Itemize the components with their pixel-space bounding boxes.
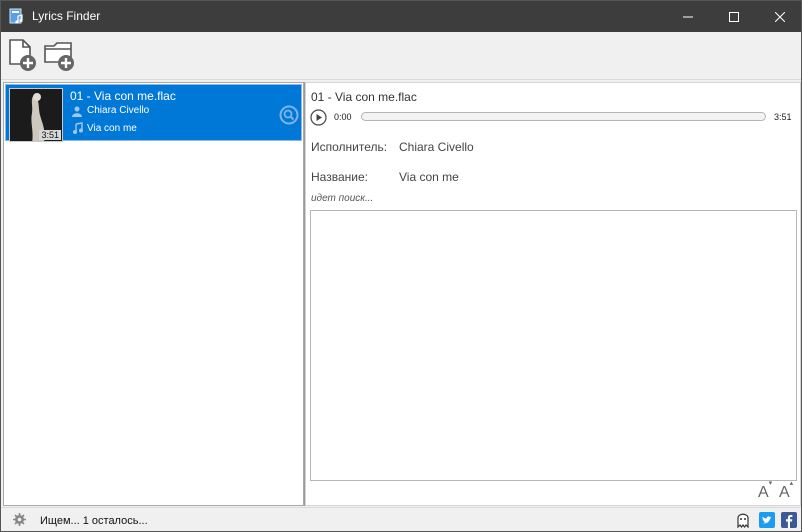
close-button[interactable] [757, 1, 802, 32]
gear-icon[interactable] [13, 513, 26, 526]
minimize-icon [683, 16, 693, 17]
search-status: идет поиск... [311, 193, 374, 204]
total-time: 3:51 [774, 112, 792, 122]
play-icon [310, 109, 327, 126]
status-text: Ищем... 1 осталось... [40, 515, 148, 527]
decrease-font-button[interactable]: A▾ [758, 480, 772, 502]
twitter-icon[interactable] [759, 512, 775, 528]
title-label: Название: [311, 170, 368, 184]
title-value: Via con me [399, 170, 459, 184]
lyrics-textarea[interactable] [310, 210, 797, 481]
album-cover: 3:51 [9, 88, 63, 142]
app-window: Lyrics Finder 3:51 01 - Via con me.flac … [0, 0, 802, 532]
track-artist: Chiara Civello [87, 105, 150, 116]
track-list[interactable]: 3:51 01 - Via con me.flac Chiara Civello… [3, 82, 304, 506]
maximize-button[interactable] [711, 1, 757, 32]
facebook-icon[interactable] [781, 512, 797, 528]
artist-label: Исполнитель: [311, 140, 388, 154]
facebook-f-icon [786, 515, 793, 528]
window-title: Lyrics Finder [32, 9, 101, 23]
maximize-icon [729, 11, 739, 22]
twitter-bird-icon [762, 516, 772, 524]
playback-progress-bar[interactable] [361, 112, 766, 121]
play-button[interactable] [310, 109, 327, 126]
searching-icon [279, 105, 299, 125]
current-file-name: 01 - Via con me.flac [311, 90, 417, 104]
track-title: 01 - Via con me.flac [70, 89, 176, 103]
minimize-button[interactable] [665, 1, 711, 32]
details-panel: 01 - Via con me.flac 0:00 3:51 Исполните… [305, 82, 801, 506]
track-song-title: Via con me [87, 123, 137, 134]
artist-value: Chiara Civello [399, 140, 474, 154]
increase-font-button[interactable]: A▴ [779, 480, 793, 502]
title-bar: Lyrics Finder [1, 1, 801, 32]
add-folder-button[interactable] [43, 38, 77, 74]
add-file-button[interactable] [6, 38, 40, 74]
ghost-icon[interactable] [735, 511, 751, 528]
music-note-icon [73, 122, 83, 134]
person-icon [72, 106, 82, 117]
track-duration-badge: 3:51 [39, 130, 61, 140]
toolbar [1, 32, 801, 80]
add-folder-icon [44, 42, 74, 71]
status-bar: Ищем... 1 осталось... [1, 507, 801, 531]
track-list-item[interactable]: 3:51 01 - Via con me.flac Chiara Civello… [5, 84, 302, 142]
current-time: 0:00 [334, 112, 352, 122]
close-icon [775, 11, 785, 22]
app-logo-icon [9, 8, 23, 24]
add-file-icon [9, 39, 36, 71]
